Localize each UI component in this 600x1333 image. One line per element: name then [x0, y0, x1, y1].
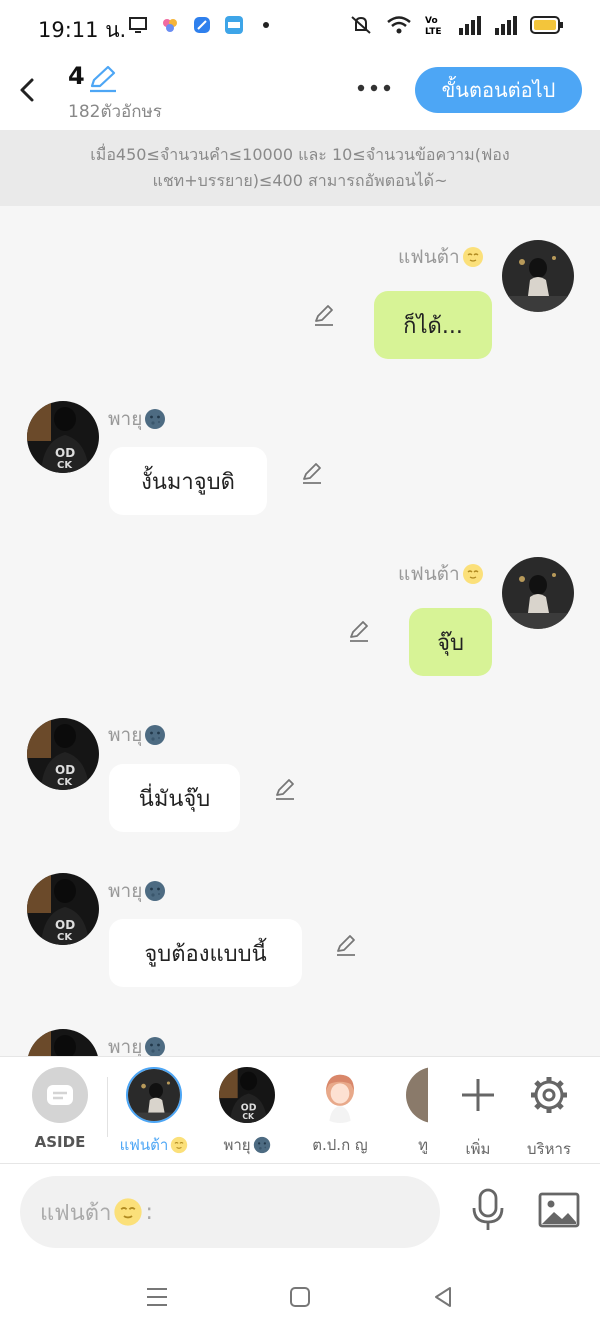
- character-selector: ASIDE แฟนต้า พายุ ต.ป.ก ญ ทู เพิ่ม บริหา…: [0, 1056, 600, 1164]
- editor-header: 4 182ตัวอักษร ขั้นตอนต่อไป: [0, 54, 600, 130]
- add-character-button[interactable]: เพิ่ม: [438, 1067, 518, 1161]
- character-label: ASIDE: [34, 1133, 86, 1151]
- avatar[interactable]: [27, 1029, 99, 1056]
- chat-area[interactable]: แฟนต้า ก็ได้... พายุ งั้นมาจูบดิ แฟนต้า …: [0, 206, 600, 1056]
- app-icon: [194, 17, 210, 33]
- signal-icon: [495, 16, 517, 35]
- sender-name: แฟนต้า: [398, 559, 484, 589]
- edit-message-icon[interactable]: [272, 776, 298, 802]
- episode-number: 4: [68, 62, 85, 90]
- sun-face-emoji-icon: [462, 563, 484, 585]
- avatar: [312, 1067, 368, 1123]
- wifi-icon: [387, 16, 411, 34]
- sender-name: แฟนต้า: [398, 242, 484, 272]
- add-label: เพิ่ม: [465, 1140, 491, 1158]
- sun-face-emoji-icon: [462, 246, 484, 268]
- volte-icon: VoLTE: [425, 16, 442, 37]
- edit-title-icon[interactable]: [88, 64, 118, 94]
- sender-name: พายุ: [108, 404, 166, 434]
- next-step-button[interactable]: ขั้นตอนต่อไป: [415, 67, 582, 113]
- message-bubble[interactable]: จูบต้องแบบนี้: [109, 919, 302, 987]
- character-partial[interactable]: ทู: [392, 1067, 428, 1157]
- message-bubble[interactable]: จุ๊บ: [409, 608, 492, 676]
- character-tpk[interactable]: ต.ป.ก ญ: [300, 1067, 380, 1157]
- word-count-notice: เมื่อ450≤จำนวนคำ≤10000 และ 10≤จำนวนข้อคว…: [0, 130, 600, 206]
- avatar[interactable]: [502, 240, 574, 312]
- plus-icon: [462, 1079, 494, 1111]
- sun-face-emoji-icon: [113, 1197, 143, 1227]
- system-nav-bar: [0, 1260, 600, 1333]
- microphone-icon[interactable]: [470, 1188, 506, 1232]
- avatar: [406, 1067, 428, 1123]
- character-label: ทู: [418, 1136, 428, 1154]
- avatar: [219, 1067, 275, 1123]
- edit-message-icon[interactable]: [333, 932, 359, 958]
- avatar[interactable]: [502, 557, 574, 629]
- mute-icon: [351, 16, 371, 34]
- character-label: ต.ป.ก ญ: [312, 1136, 368, 1154]
- sender-name: พายุ: [108, 876, 166, 906]
- noveltoon-icon: [225, 16, 243, 34]
- back-arrow-icon[interactable]: [14, 74, 42, 106]
- manage-label: บริหาร: [527, 1140, 571, 1158]
- dot-icon: [263, 22, 269, 28]
- status-left-icons: [128, 15, 276, 35]
- avatar[interactable]: [27, 401, 99, 473]
- aside-icon: [32, 1067, 88, 1123]
- character-fanta[interactable]: แฟนต้า: [114, 1067, 194, 1157]
- message-bubble[interactable]: งั้นมาจูบดิ: [109, 447, 267, 515]
- edit-message-icon[interactable]: [311, 302, 337, 328]
- image-icon[interactable]: [538, 1192, 580, 1228]
- message-bubble[interactable]: ก็ได้...: [374, 291, 492, 359]
- moon-face-emoji-icon: [144, 880, 166, 902]
- status-bar: 19:11 น. Vo LTE: [0, 0, 600, 54]
- message-input[interactable]: แฟนต้า :: [20, 1176, 440, 1248]
- avatar[interactable]: [27, 873, 99, 945]
- character-count: 182ตัวอักษร: [68, 102, 162, 122]
- character-payu[interactable]: พายุ: [207, 1067, 287, 1157]
- status-right-icons: Vo LTE: [348, 13, 564, 37]
- back-nav-icon[interactable]: [430, 1284, 456, 1310]
- message-bubble[interactable]: นี่มันจุ๊บ: [109, 764, 240, 832]
- menu-icon[interactable]: [144, 1284, 170, 1310]
- home-icon[interactable]: [287, 1284, 313, 1310]
- status-time: 19:11 น.: [38, 18, 127, 42]
- input-suffix: :: [145, 1199, 153, 1225]
- moon-face-emoji-icon: [144, 1036, 166, 1056]
- avatar: [126, 1067, 182, 1123]
- input-bar: แฟนต้า :: [0, 1164, 600, 1260]
- gear-icon: [531, 1077, 567, 1113]
- manage-characters-button[interactable]: บริหาร: [509, 1067, 589, 1161]
- divider: [107, 1077, 108, 1137]
- more-options-icon[interactable]: [356, 82, 392, 94]
- character-aside[interactable]: ASIDE: [20, 1067, 100, 1151]
- moon-face-emoji-icon: [253, 1136, 271, 1154]
- screen-icon: [129, 17, 147, 33]
- character-label: พายุ: [207, 1133, 287, 1157]
- sender-name: พายุ: [108, 1032, 166, 1056]
- signal-icon: [459, 16, 481, 35]
- svg-text:Vo: Vo: [425, 16, 438, 26]
- moon-face-emoji-icon: [144, 724, 166, 746]
- app-icon: [163, 19, 177, 32]
- avatar[interactable]: [27, 718, 99, 790]
- battery-icon: [530, 16, 563, 34]
- input-placeholder: แฟนต้า: [40, 1200, 112, 1226]
- character-label: แฟนต้า: [114, 1133, 194, 1157]
- moon-face-emoji-icon: [144, 408, 166, 430]
- edit-message-icon[interactable]: [299, 460, 325, 486]
- svg-text:LTE: LTE: [425, 27, 442, 37]
- edit-message-icon[interactable]: [346, 618, 372, 644]
- sun-face-emoji-icon: [170, 1136, 188, 1154]
- sender-name: พายุ: [108, 720, 166, 750]
